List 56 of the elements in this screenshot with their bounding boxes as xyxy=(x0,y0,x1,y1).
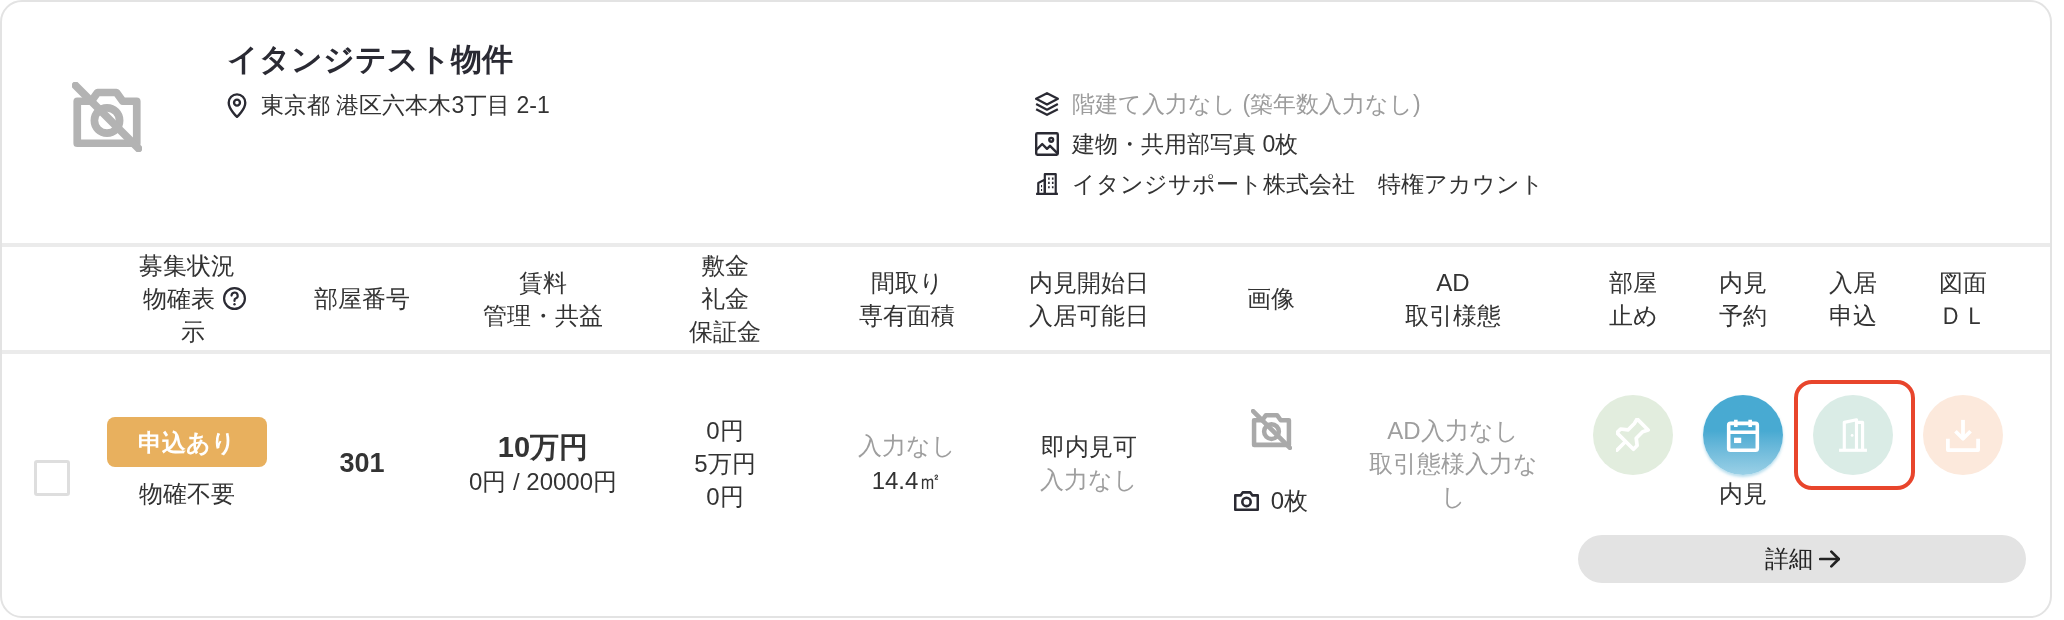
layers-icon xyxy=(1035,92,1059,116)
detail-button[interactable]: 詳細 xyxy=(1578,535,2026,583)
room-number: 301 xyxy=(339,446,385,480)
arrow-right-icon xyxy=(1818,550,1840,568)
column-header: 取引様態 xyxy=(1405,300,1501,331)
column-header: 内見予約 xyxy=(1718,267,1768,331)
info-text: 建物・共用部写真 0枚 xyxy=(1072,129,1299,159)
column-header: 部屋番号 xyxy=(314,284,410,314)
door-icon xyxy=(1836,418,1870,452)
column-header: 管理・共益 xyxy=(483,300,603,331)
column-header: 賃料 xyxy=(519,267,567,298)
status-badge: 申込あり xyxy=(107,417,267,467)
layout-text: 入力なし xyxy=(858,431,956,461)
calendar-button[interactable] xyxy=(1703,395,1783,475)
column-header: 礼金 xyxy=(701,284,749,314)
column-header: 画像 xyxy=(1247,284,1295,314)
photo-count: 0枚 xyxy=(1270,486,1309,516)
column-header: 間取り xyxy=(870,267,944,298)
action-label: 内見 xyxy=(1719,479,1767,509)
column-header: 入居可能日 xyxy=(1029,300,1149,331)
viewing-start-text: 即内見可 xyxy=(1041,432,1137,462)
ad-text: AD入力なし xyxy=(1386,415,1520,446)
column-header: 物確表示 xyxy=(142,285,215,345)
column-header: 保証金 xyxy=(689,317,761,347)
info-text: イタンジサポート株式会社 特権アカウント xyxy=(1072,169,1544,199)
confirmation-text: 物確不要 xyxy=(139,479,235,509)
column-header: AD xyxy=(1436,267,1470,298)
column-header: 入居申込 xyxy=(1828,267,1878,331)
building-icon xyxy=(1035,172,1059,196)
deposit-amount: 0円 xyxy=(706,481,744,512)
column-header: 敷金 xyxy=(701,251,749,281)
help-icon[interactable] xyxy=(223,287,246,310)
column-header: 図面ＤＬ xyxy=(1938,267,1988,331)
rent-amount: 10万円 xyxy=(497,429,589,465)
calendar-icon xyxy=(1726,418,1760,452)
row-checkbox[interactable] xyxy=(34,460,70,496)
fee-amounts: 0円 / 20000円 xyxy=(468,466,618,497)
pushpin-icon xyxy=(1616,418,1650,452)
move-in-text: 入力なし xyxy=(1040,465,1138,495)
image-icon xyxy=(1035,132,1059,156)
column-header: 募集状況 xyxy=(139,251,235,281)
deposit-amount: 0円 xyxy=(706,415,744,446)
area-text: 14.4㎡ xyxy=(871,466,943,496)
info-text: 階建て入力なし (築年数入力なし) xyxy=(1072,89,1421,119)
column-header: 専有面積 xyxy=(859,300,955,331)
column-header: 部屋止め xyxy=(1608,267,1658,331)
location-pin-icon xyxy=(227,92,247,118)
column-header: 内見開始日 xyxy=(1029,267,1149,298)
property-address: 東京都 港区六本木3丁目 2-1 xyxy=(261,91,550,120)
property-title: イタンジテスト物件 xyxy=(227,41,513,79)
camera-icon xyxy=(1233,490,1259,511)
no-photo-icon xyxy=(1250,409,1292,450)
no-photo-icon xyxy=(72,82,142,152)
download-icon xyxy=(1946,418,1980,452)
transaction-type-text: 取引態様入力なし xyxy=(1367,448,1539,512)
deposit-amount: 5万円 xyxy=(694,448,756,479)
